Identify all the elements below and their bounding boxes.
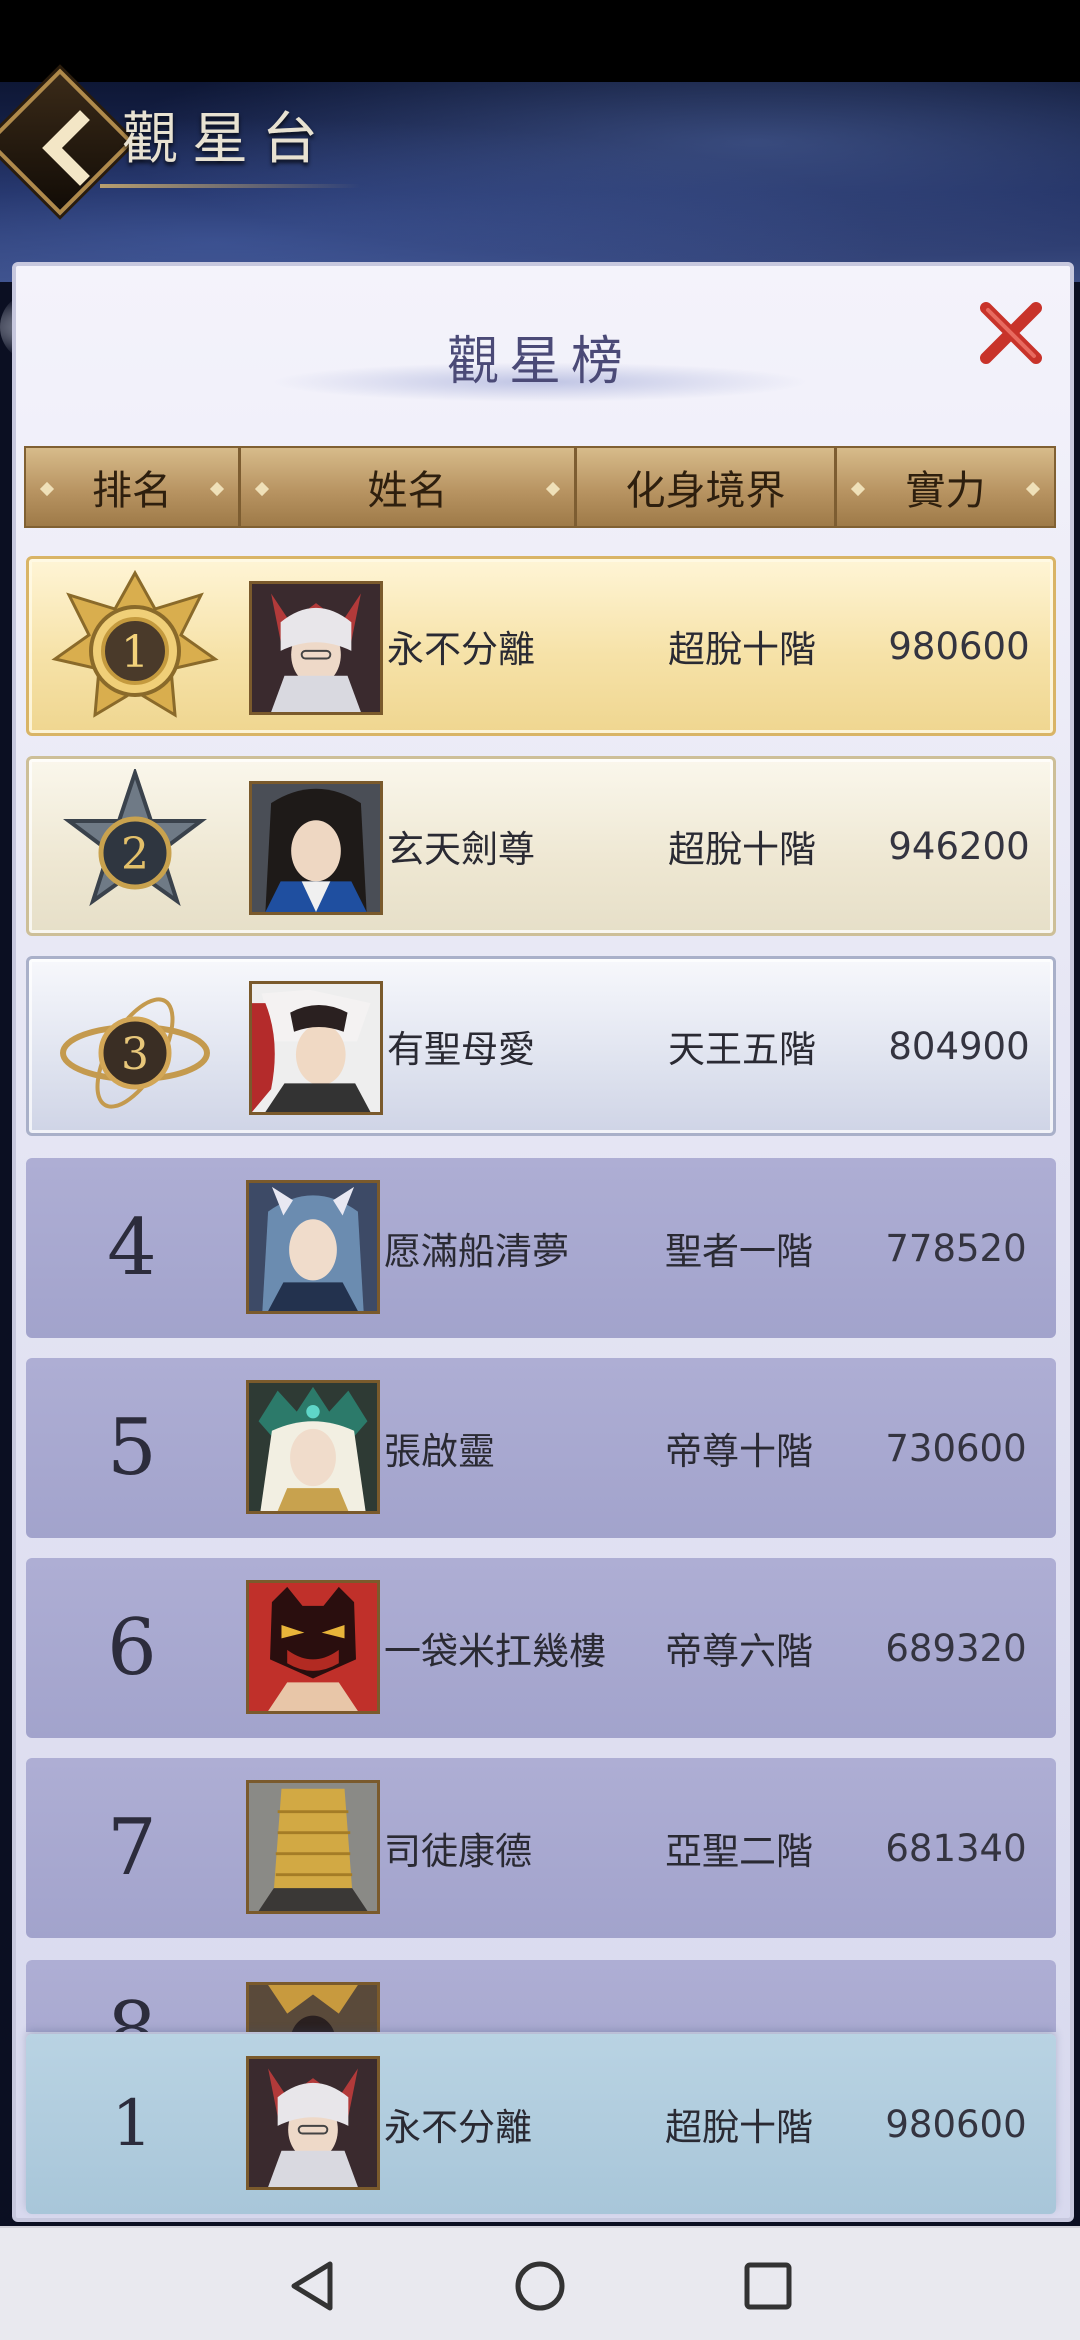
- rank-number: 6: [107, 1603, 157, 1693]
- column-header-label: 排名: [92, 468, 172, 514]
- title-underline: [100, 184, 360, 188]
- panel-title: 觀星榜: [446, 332, 633, 392]
- avatar: [249, 581, 383, 715]
- column-header-label: 化身境界: [625, 468, 786, 514]
- player-name: 有聖母愛: [387, 1028, 535, 1071]
- player-power: 980600: [888, 624, 1030, 668]
- panel-title-banner: 觀星榜: [270, 312, 810, 412]
- status-bar: [0, 0, 1080, 82]
- medal-rank-number: 2: [121, 829, 149, 880]
- player-name: 永不分離: [387, 628, 535, 671]
- player-power: 804900: [888, 1024, 1030, 1068]
- row-clip: 8: [26, 1960, 1056, 2032]
- medal-rank-number: 3: [121, 1029, 149, 1080]
- table-header: 排名 姓名 化身境界 實力: [24, 446, 1056, 528]
- player-realm: 超脫十階: [668, 828, 816, 871]
- nav-home-icon[interactable]: [510, 2256, 570, 2316]
- my-rank-row[interactable]: 1 永不分離 超脫十階 980600: [26, 2034, 1056, 2214]
- column-header-label: 實力: [905, 468, 986, 514]
- rank-number: 5: [107, 1403, 157, 1493]
- table-row[interactable]: 6 一袋米扛幾樓 帝尊六階 689320: [26, 1558, 1056, 1738]
- column-header-power: 實力: [834, 448, 1054, 526]
- player-name: 玄天劍尊: [387, 828, 535, 871]
- page-title: 觀星台: [122, 107, 332, 172]
- medal-rank-number: 1: [121, 627, 149, 678]
- column-header-label: 姓名: [367, 468, 448, 514]
- player-power: 778520: [885, 1226, 1027, 1270]
- table-row[interactable]: 5 張啟靈 帝尊十階 730600: [26, 1358, 1056, 1538]
- rank-number: 1: [111, 2087, 153, 2161]
- player-name: 一袋米扛幾樓: [384, 1630, 606, 1673]
- player-power: 980600: [885, 2102, 1027, 2146]
- avatar: [246, 1580, 380, 1714]
- player-name: 永不分離: [384, 2106, 532, 2149]
- diamond-icon: [39, 481, 55, 497]
- avatar: [246, 1982, 380, 2032]
- table-row[interactable]: 8: [26, 1960, 1056, 2032]
- avatar: [246, 1780, 380, 1914]
- player-realm: 亞聖二階: [665, 1830, 813, 1873]
- player-name: 愿滿船清夢: [384, 1230, 569, 1273]
- player-power: 730600: [885, 1426, 1027, 1470]
- player-realm: 天王五階: [668, 1028, 816, 1071]
- avatar: [249, 781, 383, 915]
- chevron-left-icon: [42, 110, 90, 186]
- rank-number: 8: [107, 1986, 157, 2032]
- player-realm: 帝尊六階: [665, 1630, 813, 1673]
- column-header-realm: 化身境界: [574, 448, 834, 526]
- player-realm: 帝尊十階: [665, 1430, 813, 1473]
- player-power: 689320: [885, 1626, 1027, 1670]
- table-row[interactable]: 1 永不分離 超脫十階 980600: [26, 556, 1056, 736]
- nav-recents-icon[interactable]: [738, 2256, 798, 2316]
- avatar: [249, 981, 383, 1115]
- system-nav-bar: [0, 2226, 1080, 2340]
- rank-number: 7: [107, 1803, 157, 1893]
- nav-back-icon[interactable]: [282, 2256, 342, 2316]
- player-power: 946200: [888, 824, 1030, 868]
- player-realm: 超脫十階: [668, 628, 816, 671]
- diamond-icon: [209, 481, 225, 497]
- avatar: [246, 1180, 380, 1314]
- player-realm: 聖者一階: [665, 1230, 813, 1273]
- silver-medal-icon: 2: [63, 769, 207, 907]
- diamond-icon: [850, 481, 866, 497]
- diamond-icon: [545, 481, 561, 497]
- diamond-icon: [1025, 481, 1041, 497]
- diamond-icon: [254, 481, 270, 497]
- table-row[interactable]: 7 司徒康德 亞聖二階 681340: [26, 1758, 1056, 1938]
- table-row[interactable]: 3 有聖母愛 天王五階 804900: [26, 956, 1056, 1136]
- player-name: 司徒康德: [384, 1830, 532, 1873]
- avatar: [246, 2056, 380, 2190]
- rank-number: 4: [107, 1203, 157, 1293]
- table-row[interactable]: 2 玄天劍尊 超脫十階 946200: [26, 756, 1056, 936]
- player-name: 張啟靈: [384, 1430, 495, 1473]
- table-row[interactable]: 4 愿滿船清夢 聖者一階 778520: [26, 1158, 1056, 1338]
- column-header-name: 姓名: [238, 448, 574, 526]
- player-realm: 超脫十階: [665, 2106, 813, 2149]
- close-icon[interactable]: [976, 298, 1046, 368]
- player-power: 681340: [885, 1826, 1027, 1870]
- bronze-medal-icon: 3: [60, 997, 210, 1109]
- gold-medal-icon: 1: [51, 569, 219, 718]
- column-header-rank: 排名: [26, 448, 238, 526]
- avatar: [246, 1380, 380, 1514]
